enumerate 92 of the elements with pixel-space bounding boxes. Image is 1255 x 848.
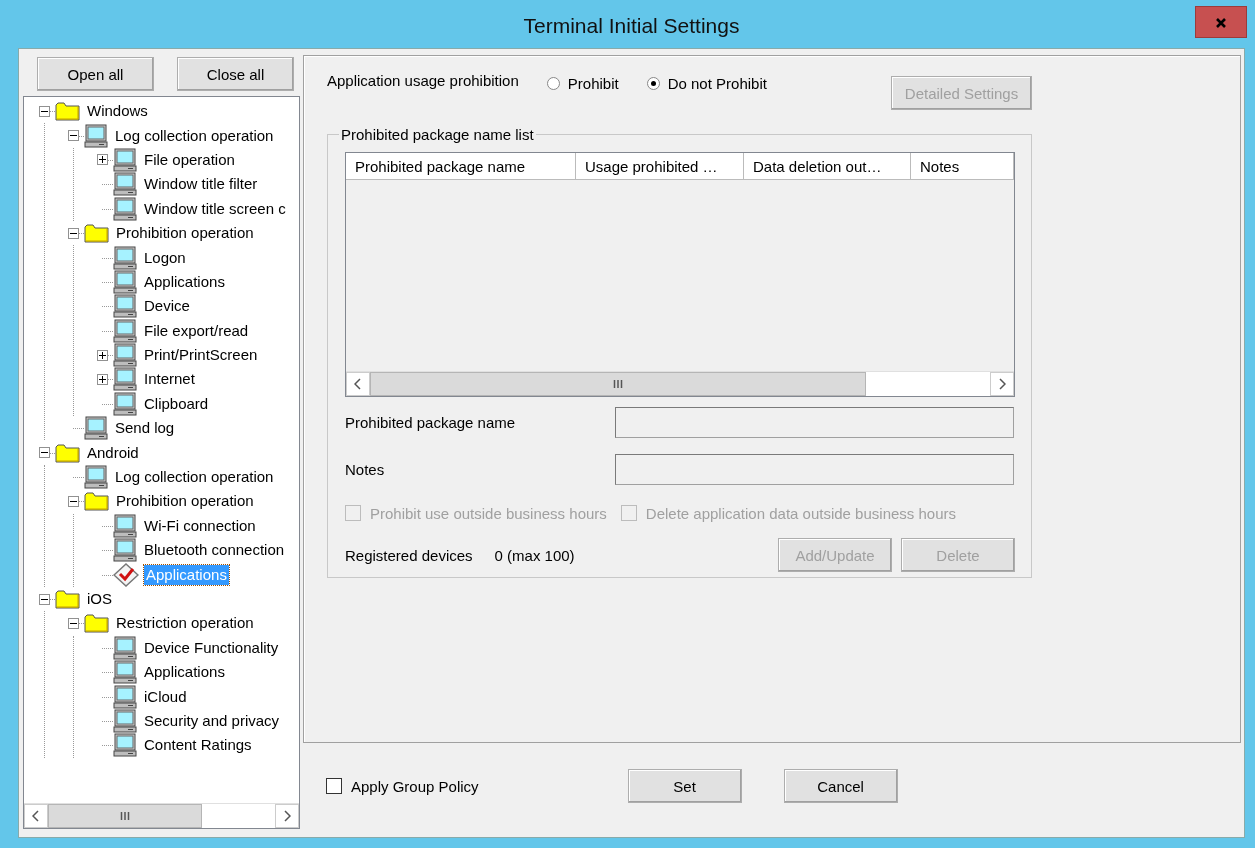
tree-item[interactable]: File export/read xyxy=(142,320,251,341)
tree-button[interactable]: Open all xyxy=(37,57,154,91)
tree-item[interactable]: Restriction operation xyxy=(114,613,256,634)
folder-icon xyxy=(84,491,109,512)
folder-icon xyxy=(55,442,80,463)
computer-icon xyxy=(113,147,137,172)
close-button[interactable] xyxy=(1195,6,1247,38)
horizontal-scrollbar[interactable] xyxy=(24,803,299,828)
group-title: Prohibited package name list xyxy=(340,126,535,143)
tree-item[interactable]: Windows xyxy=(85,101,150,122)
tree-item[interactable]: Prohibition operation xyxy=(114,223,256,244)
tree-button[interactable]: Close all xyxy=(177,57,294,91)
checkbox-label: Apply Group Policy xyxy=(351,777,479,795)
expand-toggle[interactable] xyxy=(96,374,108,385)
field-label: Notes xyxy=(345,460,386,478)
computer-icon xyxy=(113,196,137,221)
column-header[interactable]: Prohibited package name xyxy=(346,153,576,179)
collapse-toggle[interactable] xyxy=(67,130,79,142)
computer-icon xyxy=(113,367,137,392)
expand-toggle[interactable] xyxy=(96,154,108,166)
dialog-button[interactable]: Set xyxy=(627,769,742,803)
tree-item[interactable]: Log collection operation xyxy=(113,125,276,146)
window-title: Terminal Initial Settings xyxy=(523,14,740,38)
tree-item[interactable]: Content Ratings xyxy=(142,735,254,756)
registered-count: 0 (max 100) xyxy=(494,546,575,564)
computer-icon xyxy=(113,635,137,660)
tree-item[interactable]: Android xyxy=(85,442,141,463)
computer-icon xyxy=(113,538,137,563)
tree-item[interactable]: Print/PrintScreen xyxy=(142,345,260,366)
tree-item[interactable]: Internet xyxy=(142,369,197,390)
horizontal-scrollbar[interactable] xyxy=(346,371,1014,396)
tree-item[interactable]: Logon xyxy=(142,247,188,268)
tree-item[interactable]: iOS xyxy=(85,589,114,609)
tree-item[interactable]: Device xyxy=(142,296,192,317)
radio-button[interactable] xyxy=(646,76,660,90)
computer-icon xyxy=(113,391,137,416)
usage-label: Application usage prohibition xyxy=(327,72,519,89)
folder-icon xyxy=(55,589,80,609)
collapse-toggle[interactable] xyxy=(38,447,50,459)
column-header[interactable]: Notes xyxy=(911,153,1014,179)
collapse-toggle[interactable] xyxy=(67,617,79,629)
tree-item[interactable]: Clipboard xyxy=(142,393,211,414)
folder-icon xyxy=(84,223,109,244)
checkbox-label: Prohibit use outside business hours xyxy=(370,504,607,522)
computer-icon xyxy=(113,245,137,270)
collapse-toggle[interactable] xyxy=(67,495,79,507)
computer-icon xyxy=(113,343,137,368)
computer-icon xyxy=(84,123,108,148)
field-label: Prohibited package name xyxy=(345,413,517,431)
computer-icon xyxy=(113,172,137,197)
computer-icon xyxy=(113,294,137,319)
expand-toggle[interactable] xyxy=(96,349,108,361)
tree-item[interactable]: iCloud xyxy=(142,686,189,707)
computer-icon xyxy=(84,416,108,441)
grip-icon[interactable] xyxy=(120,811,131,821)
tree-item[interactable]: Wi-Fi connection xyxy=(142,515,258,536)
tree-item[interactable]: Log collection operation xyxy=(113,467,276,488)
computer-icon xyxy=(113,684,137,709)
computer-icon xyxy=(113,318,137,343)
column-header[interactable]: Data deletion out… xyxy=(744,153,911,179)
computer-icon xyxy=(113,660,137,685)
column-header[interactable]: Usage prohibited … xyxy=(576,153,744,179)
collapse-toggle[interactable] xyxy=(38,593,50,605)
registered-label: Registered devices xyxy=(345,546,473,564)
grip-icon[interactable] xyxy=(613,379,623,389)
radio-button[interactable] xyxy=(546,76,560,90)
checkbox[interactable] xyxy=(326,778,342,794)
tree-item[interactable]: Send log xyxy=(113,418,177,439)
computer-icon xyxy=(113,513,137,538)
tree-item[interactable]: Applications xyxy=(142,662,227,683)
radio-label: Do not Prohibit xyxy=(667,74,767,92)
tree-item[interactable]: Prohibition operation xyxy=(114,491,256,512)
computer-icon xyxy=(113,269,137,294)
tree-item[interactable]: Device Functionality xyxy=(142,637,281,658)
collapse-toggle[interactable] xyxy=(67,227,79,239)
dialog-button[interactable]: Cancel xyxy=(783,769,898,803)
folder-icon xyxy=(55,101,80,122)
tree-item[interactable]: Security and privacy xyxy=(142,710,282,731)
tree-item[interactable]: Window title filter xyxy=(142,174,260,195)
tree-item[interactable]: Applications xyxy=(142,271,227,292)
folder-icon xyxy=(84,613,109,634)
close-icon[interactable] xyxy=(1215,16,1227,29)
radio-label: Prohibit xyxy=(567,74,619,92)
computer-icon xyxy=(84,465,108,490)
tree-item[interactable]: File operation xyxy=(142,149,237,170)
computer-icon xyxy=(113,733,137,758)
tree-item[interactable]: Window title screen c xyxy=(142,198,288,219)
collapse-toggle[interactable] xyxy=(38,105,50,117)
tree-item[interactable]: Bluetooth connection xyxy=(142,540,287,561)
checkmark-icon xyxy=(113,562,139,587)
checkbox-label: Delete application data outside business hours xyxy=(645,504,956,522)
computer-icon xyxy=(113,708,137,733)
